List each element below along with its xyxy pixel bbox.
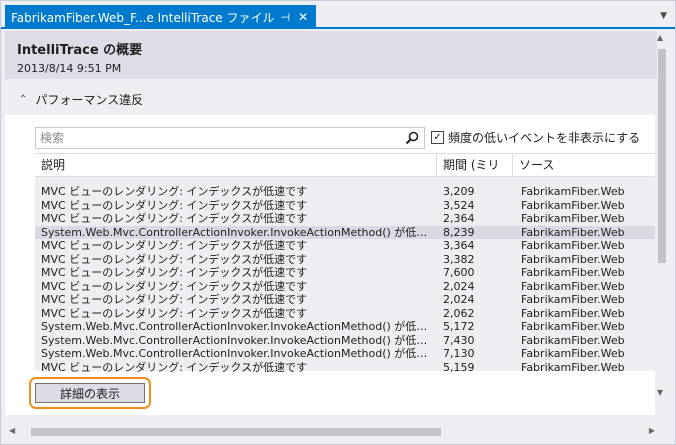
horizontal-scrollbar[interactable]: ◀ ▶ — [7, 425, 657, 439]
section-header-performance-violations[interactable]: ⌃ パフォーマンス違反 — [5, 85, 655, 113]
chevron-down-icon[interactable]: ▼ — [657, 388, 663, 397]
cell-duration: 7,430 — [443, 333, 475, 347]
cell-description: MVC ビューのレンダリング: インデックスが低速です — [41, 198, 308, 212]
cell-source: FabrikamFiber.Web — [521, 266, 625, 279]
cell-source: FabrikamFiber.Web — [521, 239, 625, 252]
cell-duration: 3,382 — [443, 252, 475, 266]
cell-duration: 3,524 — [443, 198, 475, 212]
hide-infrequent-events-checkbox[interactable]: ✓ — [431, 131, 444, 144]
cell-source: FabrikamFiber.Web — [521, 225, 625, 239]
cell-source: FabrikamFiber.Web — [521, 198, 625, 212]
cell-duration: 3,364 — [443, 239, 475, 252]
table-row[interactable]: System.Web.Mvc.ControllerActionInvoker.I… — [35, 347, 655, 361]
cell-source: FabrikamFiber.Web — [521, 347, 625, 360]
cell-description: System.Web.Mvc.ControllerActionInvoker.I… — [41, 225, 437, 239]
cell-duration: 2,024 — [443, 293, 475, 306]
cell-source: FabrikamFiber.Web — [521, 306, 625, 320]
pin-icon[interactable]: ⊣ — [281, 11, 291, 24]
cell-duration: 5,159 — [443, 360, 475, 374]
cell-source: FabrikamFiber.Web — [521, 360, 625, 374]
table-row[interactable]: MVC ビューのレンダリング: インデックスが低速です 3,209 Fabrikam… — [35, 185, 655, 199]
hide-infrequent-events-label: 頻度の低いイベントを非表示にする — [448, 131, 641, 145]
table-row[interactable]: MVC ビューのレンダリング: インデックスが低速です 2,024 Fabrikam… — [35, 293, 655, 307]
chevron-right-icon[interactable]: ▶ — [649, 426, 655, 435]
table-row[interactable]: MVC ビューのレンダリング: インデックスが低速です 3,364 Fabrikam… — [35, 239, 655, 253]
cell-description: MVC ビューのレンダリング: インデックスが低速です — [41, 212, 308, 225]
search-input[interactable] — [36, 128, 396, 148]
cell-description: MVC ビューのレンダリング: インデックスが低速です — [41, 360, 308, 374]
table-row[interactable]: System.Web.Mvc.ControllerActionInvoker.I… — [35, 320, 655, 334]
search-icon[interactable] — [404, 130, 420, 146]
vertical-scrollbar[interactable]: ▲ ▼ — [655, 31, 669, 401]
horizontal-scroll-thumb[interactable] — [31, 428, 441, 436]
cell-duration: 7,600 — [443, 266, 475, 279]
cell-source: FabrikamFiber.Web — [521, 212, 625, 225]
table-row[interactable]: MVC ビューのレンダリング: インデックスが低速です 2,062 Fabrikam… — [35, 307, 655, 321]
column-header-source[interactable]: ソース — [513, 154, 653, 176]
close-icon[interactable]: ✕ — [296, 10, 310, 24]
chevron-left-icon[interactable]: ◀ — [9, 426, 15, 435]
cell-duration: 8,239 — [443, 225, 475, 239]
cell-description: System.Web.Mvc.ControllerActionInvoker.I… — [41, 347, 437, 360]
table-row[interactable]: MVC ビューのレンダリング: インデックスが低速です 2,364 Fabrikam… — [35, 212, 655, 226]
table-row[interactable]: MVC ビューのレンダリング: インデックスが低速です 3,382 Fabrikam… — [35, 253, 655, 267]
table-row[interactable]: System.Web.Mvc.ControllerActionInvoker.I… — [35, 334, 655, 348]
page-title: IntelliTrace の概要 — [17, 43, 143, 58]
cell-description: MVC ビューのレンダリング: インデックスが低速です — [41, 293, 308, 306]
intellitrace-window: FabrikamFiber.Web_F...e IntelliTrace ファイ… — [0, 0, 676, 445]
cell-duration: 2,364 — [443, 212, 475, 225]
cell-source: FabrikamFiber.Web — [521, 320, 625, 333]
cell-source: FabrikamFiber.Web — [521, 333, 625, 347]
document-tab-strip: FabrikamFiber.Web_F...e IntelliTrace ファイ… — [1, 1, 675, 29]
hide-infrequent-events-filter[interactable]: ✓ 頻度の低いイベントを非表示にする — [431, 129, 640, 146]
table-row[interactable]: MVC ビューのレンダリング: インデックスが低速です 5,159 Fabrikam… — [35, 361, 655, 375]
cell-description: MVC ビューのレンダリング: インデックスが低速です — [41, 239, 308, 252]
show-details-button[interactable]: 詳細の表示 — [35, 383, 145, 403]
cell-source: FabrikamFiber.Web — [521, 185, 625, 198]
performance-violations-panel: ✓ 頻度の低いイベントを非表示にする 説明 期間 (ミリ秒) ソース MVC ビ… — [5, 115, 655, 415]
column-header-duration[interactable]: 期間 (ミリ秒) — [437, 154, 513, 194]
session-date: 2013/8/14 9:51 PM — [17, 62, 122, 75]
tab-list-dropdown-icon[interactable]: ▼ — [660, 11, 667, 21]
document-tab-title: FabrikamFiber.Web_F...e IntelliTrace ファイ… — [11, 10, 275, 25]
section-title: パフォーマンス違反 — [35, 92, 144, 107]
cell-description: MVC ビューのレンダリング: インデックスが低速です — [41, 266, 308, 279]
cell-description: MVC ビューのレンダリング: インデックスが低速です — [41, 252, 308, 266]
table-body: MVC ビューのレンダリング: インデックスが低速です 3,209 Fabrikam… — [35, 177, 655, 374]
cell-duration: 2,024 — [443, 279, 475, 293]
cell-description: System.Web.Mvc.ControllerActionInvoker.I… — [41, 320, 437, 333]
cell-source: FabrikamFiber.Web — [521, 279, 625, 293]
table-header: 説明 期間 (ミリ秒) ソース — [35, 153, 655, 194]
cell-description: MVC ビューのレンダリング: インデックスが低速です — [41, 279, 308, 293]
document-tab[interactable]: FabrikamFiber.Web_F...e IntelliTrace ファイ… — [5, 5, 317, 29]
cell-duration: 2,062 — [443, 306, 475, 320]
table-row[interactable]: MVC ビューのレンダリング: インデックスが低速です 2,024 Fabrikam… — [35, 280, 655, 294]
chevron-up-icon[interactable]: ▲ — [657, 33, 663, 42]
column-header-description[interactable]: 説明 — [35, 154, 437, 176]
cell-duration: 7,130 — [443, 347, 475, 360]
cell-description: MVC ビューのレンダリング: インデックスが低速です — [41, 306, 308, 320]
details-button-highlight: 詳細の表示 — [29, 377, 151, 409]
vertical-scroll-thumb[interactable] — [658, 49, 666, 263]
chevron-up-icon[interactable]: ⌃ — [19, 94, 27, 105]
table-row[interactable]: MVC ビューのレンダリング: インデックスが低速です 7,600 Fabrikam… — [35, 266, 655, 280]
cell-source: FabrikamFiber.Web — [521, 293, 625, 306]
cell-duration: 5,172 — [443, 320, 475, 333]
search-box — [35, 127, 425, 149]
summary-header: IntelliTrace の概要 2013/8/14 9:51 PM — [5, 31, 657, 79]
cell-duration: 3,209 — [443, 185, 475, 198]
cell-description: System.Web.Mvc.ControllerActionInvoker.I… — [41, 333, 437, 347]
table-row[interactable]: MVC ビューのレンダリング: インデックスが低速です 3,524 Fabrikam… — [35, 199, 655, 213]
cell-description: MVC ビューのレンダリング: インデックスが低速です — [41, 185, 308, 198]
table-row-selected[interactable]: System.Web.Mvc.ControllerActionInvoker.I… — [35, 225, 655, 239]
cell-source: FabrikamFiber.Web — [521, 252, 625, 266]
